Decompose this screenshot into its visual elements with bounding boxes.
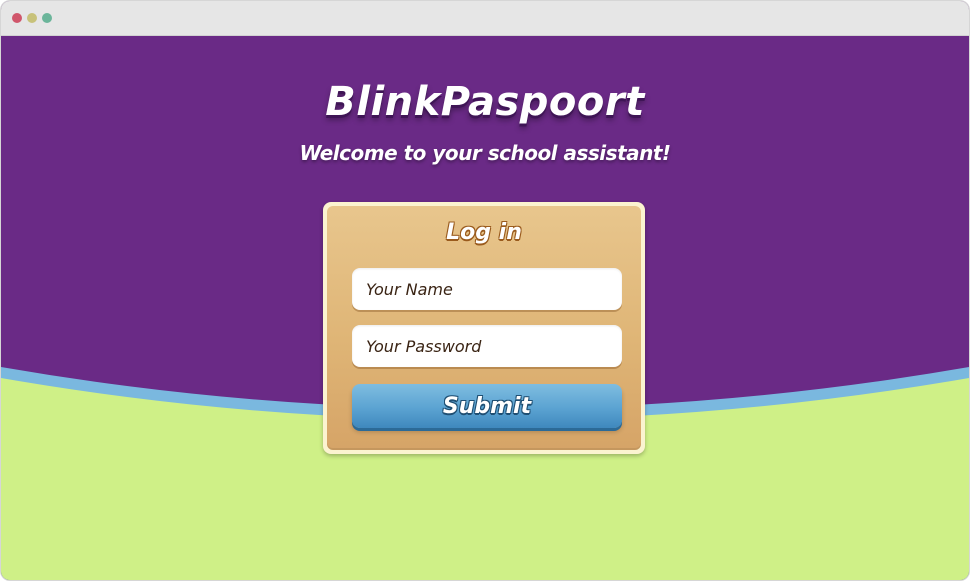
welcome-tagline: Welcome to your school assistant! — [299, 141, 671, 165]
name-input[interactable] — [352, 268, 622, 310]
browser-window: BlinkPaspoort Welcome to your school ass… — [0, 0, 970, 581]
page-content: BlinkPaspoort Welcome to your school ass… — [1, 36, 969, 580]
close-window-dot[interactable] — [12, 13, 22, 23]
login-card: Log in Submit — [323, 202, 645, 454]
maximize-window-dot[interactable] — [42, 13, 52, 23]
app-logo-title: BlinkPaspoort — [325, 79, 645, 125]
minimize-window-dot[interactable] — [27, 13, 37, 23]
password-input[interactable] — [352, 325, 622, 367]
login-title: Log in — [446, 220, 522, 245]
submit-button[interactable]: Submit — [352, 384, 622, 428]
window-titlebar — [1, 1, 969, 36]
login-card-panel: Log in Submit — [327, 206, 641, 450]
